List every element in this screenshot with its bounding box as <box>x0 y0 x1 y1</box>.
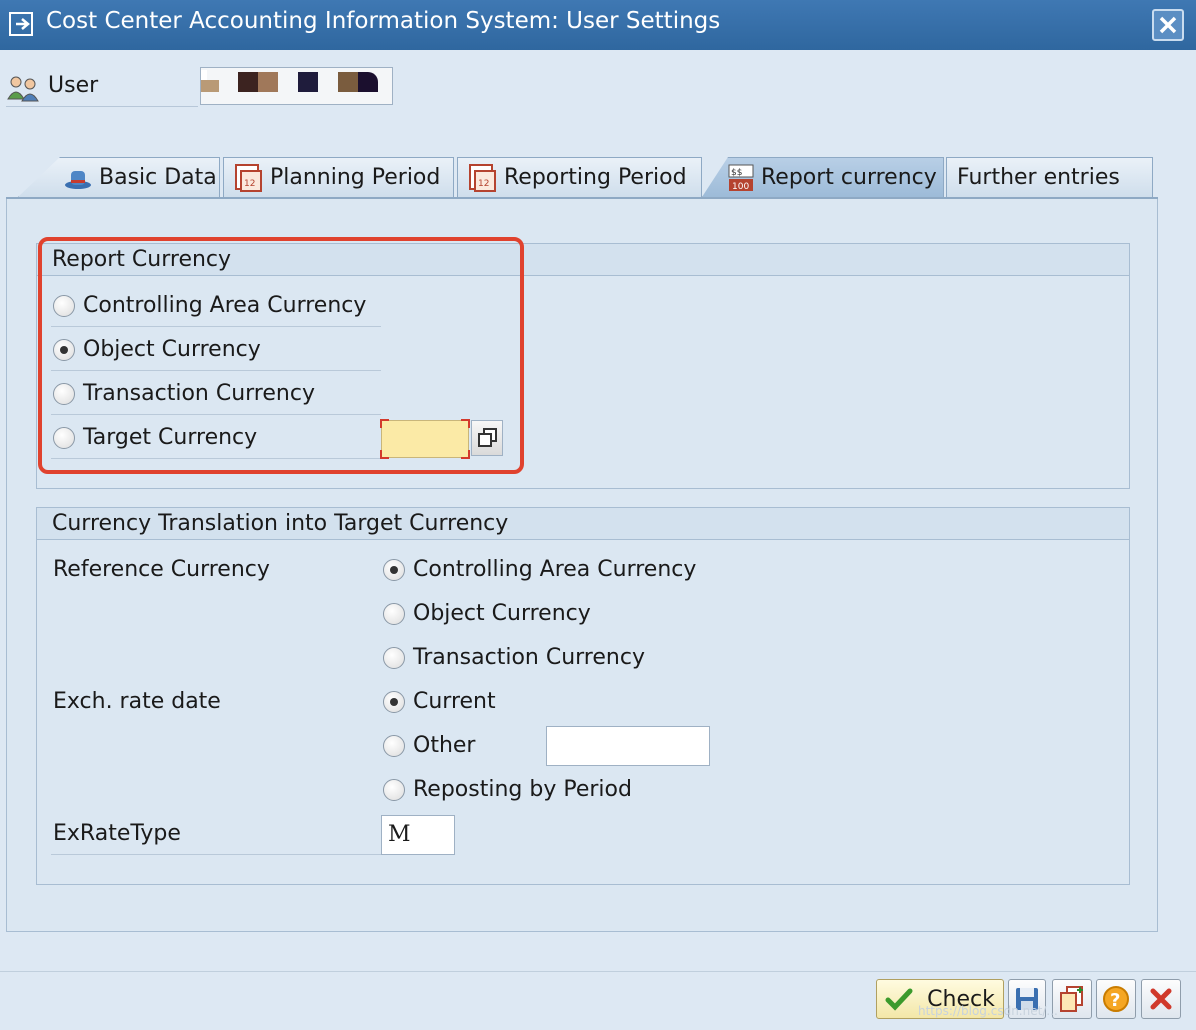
exratetype-value: M <box>388 822 411 847</box>
hat-icon <box>65 170 91 189</box>
svg-text:?: ? <box>1110 990 1120 1011</box>
svg-text:12: 12 <box>244 179 255 189</box>
help-icon: ? <box>1103 986 1129 1012</box>
currency-translation-group: Currency Translation into Target Currenc… <box>36 507 1130 885</box>
footer-divider <box>0 971 1196 972</box>
highlight-box <box>38 237 524 474</box>
user-label: User <box>48 73 99 98</box>
tab-label: Report currency <box>761 165 937 190</box>
close-button[interactable] <box>1152 9 1184 41</box>
tab-label: Planning Period <box>270 165 441 190</box>
tab-report-currency[interactable]: $$ 100 Report currency <box>702 157 944 197</box>
svg-text:100: 100 <box>732 182 749 192</box>
tab-further-entries[interactable]: Further entries <box>946 157 1153 197</box>
check-icon <box>885 988 913 1011</box>
tab-label: Further entries <box>957 165 1120 190</box>
radio-label: Object Currency <box>413 601 591 626</box>
other-date-input[interactable] <box>546 726 710 766</box>
tab-label: Reporting Period <box>504 165 687 190</box>
exratetype-input[interactable]: M <box>381 815 455 855</box>
radio-ref-transaction-currency[interactable] <box>383 647 405 669</box>
calendar-icon: 12 <box>469 163 496 192</box>
user-group-icon <box>7 76 39 102</box>
svg-text:$$: $$ <box>731 168 742 178</box>
cancel-icon <box>1150 988 1172 1010</box>
help-button[interactable]: ? <box>1096 979 1136 1019</box>
tab-planning-period[interactable]: 12 Planning Period <box>223 157 454 197</box>
tab-label: Basic Data <box>99 165 217 190</box>
watermark: https://blog.csdn.net/... <box>918 1004 1058 1018</box>
radio-label: Current <box>413 689 496 714</box>
user-underline <box>6 106 198 107</box>
reference-currency-label: Reference Currency <box>53 557 270 582</box>
svg-text:12: 12 <box>478 179 489 189</box>
radio-label: Transaction Currency <box>413 645 645 670</box>
user-field[interactable] <box>200 67 393 105</box>
currency-calc-icon: $$ 100 <box>728 164 754 192</box>
window-title: Cost Center Accounting Information Syste… <box>46 8 721 34</box>
radio-label: Other <box>413 733 476 758</box>
radio-label: Reposting by Period <box>413 777 632 802</box>
exch-rate-date-label: Exch. rate date <box>53 689 221 714</box>
copy-button[interactable] <box>1052 979 1092 1019</box>
calendar-icon: 12 <box>235 163 262 192</box>
radio-date-other[interactable] <box>383 735 405 757</box>
radio-date-reposting-by-period[interactable] <box>383 779 405 801</box>
exratetype-label: ExRateType <box>53 821 181 846</box>
tab-basic-data[interactable]: Basic Data <box>18 157 220 197</box>
cancel-button[interactable] <box>1141 979 1181 1019</box>
row-divider <box>51 854 381 855</box>
group-title: Currency Translation into Target Currenc… <box>37 508 1129 540</box>
tab-reporting-period[interactable]: 12 Reporting Period <box>457 157 702 197</box>
settings-window-icon <box>9 12 33 36</box>
radio-date-current[interactable] <box>383 691 405 713</box>
radio-label: Controlling Area Currency <box>413 557 697 582</box>
radio-ref-controlling-area-currency[interactable] <box>383 559 405 581</box>
copy-icon <box>1060 986 1083 1012</box>
close-icon <box>1159 16 1177 34</box>
radio-ref-object-currency[interactable] <box>383 603 405 625</box>
title-bar: Cost Center Accounting Information Syste… <box>0 0 1196 50</box>
